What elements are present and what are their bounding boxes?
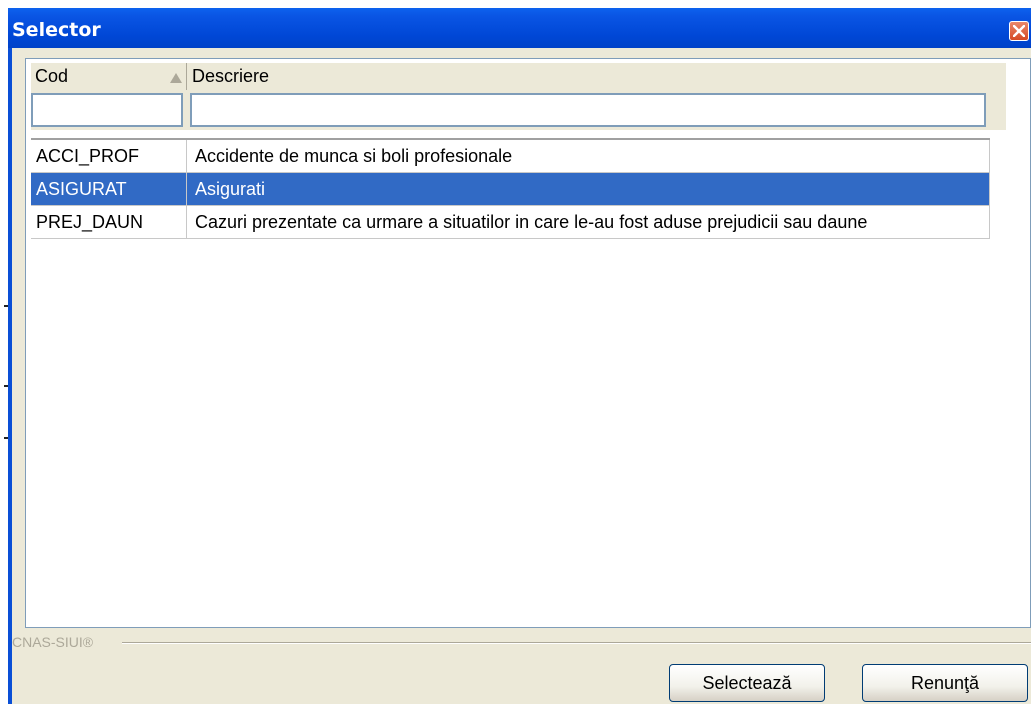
cancel-button[interactable]: Renunţă [862, 664, 1028, 702]
close-button[interactable] [1009, 21, 1029, 41]
cod-cell: ACCI_PROF [31, 140, 187, 172]
selector-dialog: Selector Cod Descriere ACCI_PROF Acciden… [8, 8, 1031, 704]
column-header-cod[interactable]: Cod [31, 63, 187, 90]
grid-header: Cod Descriere [31, 63, 1006, 91]
window-title: Selector [12, 19, 101, 41]
dialog-body: Cod Descriere ACCI_PROF Accidente de mun… [12, 48, 1031, 704]
table-row[interactable]: PREJ_DAUN Cazuri prezentate ca urmare a … [31, 206, 990, 239]
brand-label: CNAS-SIUI® [12, 634, 97, 650]
select-button[interactable]: Selectează [669, 664, 825, 702]
left-edge [0, 0, 8, 704]
cod-cell: ASIGURAT [31, 173, 187, 205]
grid-rows: ACCI_PROF Accidente de munca si boli pro… [31, 138, 990, 239]
data-grid[interactable]: Cod Descriere ACCI_PROF Accidente de mun… [25, 58, 1031, 628]
filter-row [31, 90, 1006, 130]
sort-ascending-icon [170, 73, 182, 83]
table-row-selected[interactable]: ASIGURAT Asigurati [31, 173, 990, 206]
column-header-descriere[interactable]: Descriere [188, 63, 1006, 90]
descriere-cell: Asigurati [187, 173, 990, 205]
descriere-cell: Cazuri prezentate ca urmare a situatilor… [187, 206, 990, 238]
footer-divider [122, 642, 1031, 644]
descriere-cell: Accidente de munca si boli profesionale [187, 140, 990, 172]
column-header-label: Cod [35, 66, 69, 86]
table-row[interactable]: ACCI_PROF Accidente de munca si boli pro… [31, 140, 990, 173]
column-header-label: Descriere [192, 66, 270, 86]
title-bar[interactable]: Selector [8, 8, 1031, 48]
close-icon [1013, 25, 1025, 37]
cod-filter-input[interactable] [31, 93, 183, 127]
descriere-filter-input[interactable] [190, 93, 986, 127]
cod-cell: PREJ_DAUN [31, 206, 187, 238]
